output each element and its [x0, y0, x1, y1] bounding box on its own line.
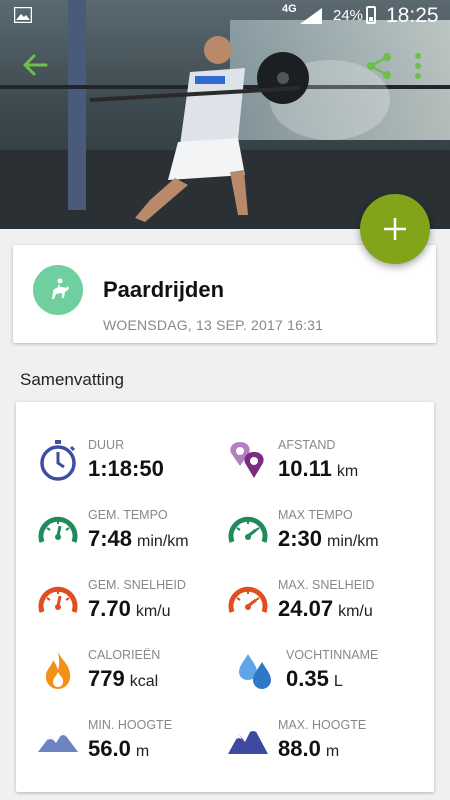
stat-label: DUUR [88, 438, 125, 452]
stat-value: 24.07 km/u [278, 596, 373, 621]
summary-card: DUUR 1:18:50 AFSTAND 10.11 km GEM. TEMPO … [16, 402, 434, 792]
water-drops-icon [239, 654, 271, 689]
max-speed-gauge-icon [228, 586, 268, 613]
avg-pace-gauge-icon [38, 516, 78, 543]
clock: 18:25 [386, 4, 439, 27]
stat-hydration: VOCHTINNAME 0.35 L [234, 642, 434, 698]
stat-min-altitude: MIN. HOOGTE 56.0 m [36, 712, 236, 768]
arrow-left-icon[interactable] [20, 50, 50, 80]
stat-value: 88.0 m [278, 736, 340, 761]
stat-value: 10.11 km [278, 456, 359, 481]
stat-avg-pace: GEM. TEMPO 7:48 min/km [36, 502, 236, 558]
battery-icon [366, 6, 376, 24]
activity-title: Paardrijden [103, 277, 225, 302]
avg-speed-gauge-icon [38, 586, 78, 613]
mountain-high-icon [228, 726, 268, 754]
distance-pins-icon [230, 442, 264, 478]
add-button[interactable] [360, 194, 430, 264]
status-bar: 4G 24% 18:25 [0, 0, 450, 32]
hero-image: 4G 24% 18:25 [0, 0, 450, 229]
stopwatch-icon [40, 440, 76, 481]
gym-photo [0, 0, 450, 229]
stat-label: MIN. HOOGTE [88, 718, 173, 732]
stat-label: AFSTAND [278, 438, 336, 452]
stat-avg-speed: GEM. SNELHEID 7.70 km/u [36, 572, 236, 628]
stat-value: 56.0 m [88, 736, 150, 761]
stat-label: MAX TEMPO [278, 508, 353, 522]
max-pace-gauge-icon [228, 516, 268, 543]
gallery-icon [14, 7, 32, 23]
stat-label: MAX. SNELHEID [278, 578, 375, 592]
stat-label: GEM. TEMPO [88, 508, 168, 522]
stat-value: 7:48 min/km [88, 526, 189, 551]
stat-max-speed: MAX. SNELHEID 24.07 km/u [226, 572, 426, 628]
flame-icon [45, 651, 71, 689]
stat-value: 7.70 km/u [88, 596, 171, 621]
stat-label: GEM. SNELHEID [88, 578, 186, 592]
stat-label: VOCHTINNAME [286, 648, 379, 662]
stat-max-altitude: MAX. HOOGTE 88.0 m [226, 712, 426, 768]
stat-value: 2:30 min/km [278, 526, 379, 551]
mountain-low-icon [38, 732, 78, 752]
plus-icon [384, 218, 406, 240]
more-vert-icon[interactable] [410, 52, 426, 80]
stat-label: MAX. HOOGTE [278, 718, 367, 732]
activity-date: WOENSDAG, 13 SEP. 2017 16:31 [103, 317, 324, 333]
stat-value: 0.35 L [286, 666, 343, 691]
signal-icon [300, 8, 322, 24]
stat-duration: DUUR 1:18:50 [36, 432, 236, 488]
activity-card[interactable]: Paardrijden WOENSDAG, 13 SEP. 2017 16:31 [13, 245, 436, 343]
stat-label: CALORIEËN [88, 648, 161, 662]
stat-value: 779 kcal [88, 666, 159, 691]
stat-calories: CALORIEËN 779 kcal [36, 642, 236, 698]
activity-badge [33, 265, 83, 315]
stat-max-pace: MAX TEMPO 2:30 min/km [226, 502, 426, 558]
stat-distance: AFSTAND 10.11 km [226, 432, 426, 488]
stat-value: 1:18:50 [88, 456, 164, 481]
section-title: Samenvatting [20, 370, 124, 389]
horse-riding-icon [52, 278, 69, 299]
network-type: 4G [282, 3, 297, 15]
share-icon[interactable] [365, 52, 393, 80]
battery-percent: 24% [333, 7, 364, 24]
